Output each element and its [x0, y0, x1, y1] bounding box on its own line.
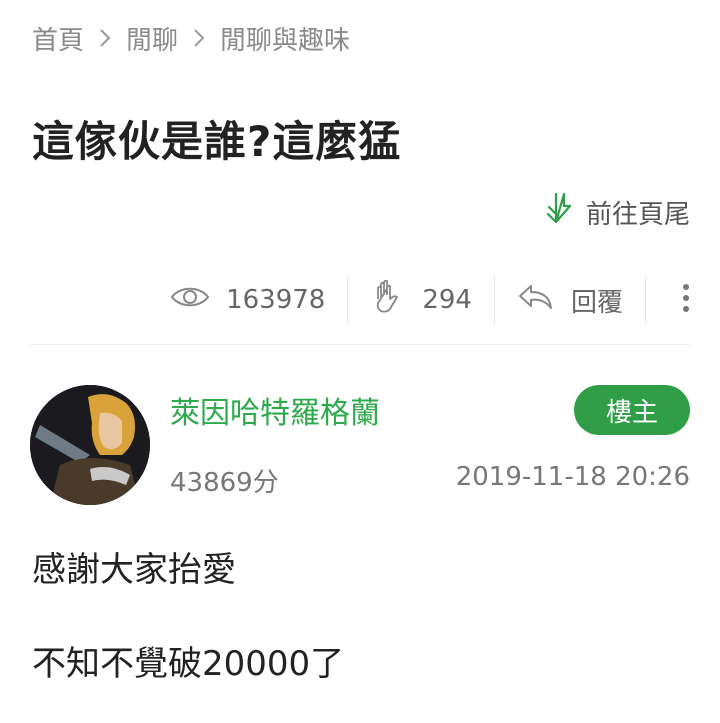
goto-end-label: 前往頁尾	[585, 200, 690, 230]
author-name[interactable]: 萊因哈特羅格蘭	[170, 388, 380, 432]
page-title: 這傢伙是誰?這麼猛	[32, 117, 402, 166]
like-button[interactable]: 294	[348, 272, 494, 328]
author-score: 43869分	[170, 468, 279, 498]
post-stats-bar: 163978 294 回覆	[30, 272, 690, 328]
post-content: 感謝大家抬愛 不知不覺破20000了	[32, 548, 344, 686]
divider	[30, 344, 690, 345]
goto-end-button[interactable]: 前往頁尾	[544, 192, 690, 233]
more-options-button[interactable]	[646, 272, 690, 328]
reply-button[interactable]: 回覆	[495, 272, 645, 328]
avatar[interactable]	[30, 385, 150, 505]
chevron-right-icon	[192, 27, 206, 49]
like-count-value: 294	[422, 285, 472, 315]
chevron-right-icon	[98, 27, 112, 49]
more-vertical-icon	[682, 283, 690, 317]
op-badge: 樓主	[574, 385, 690, 435]
reply-icon	[517, 282, 571, 319]
breadcrumb: 首頁 閒聊 閒聊與趣味	[32, 18, 350, 58]
post-paragraph: 感謝大家抬愛	[32, 550, 236, 590]
reply-label: 回覆	[570, 287, 623, 318]
breadcrumb-chat[interactable]: 閒聊	[126, 20, 178, 57]
view-count-value: 163978	[226, 285, 326, 315]
post-paragraph: 不知不覺破20000了	[32, 644, 345, 684]
view-count: 163978	[148, 272, 347, 328]
breadcrumb-chat-fun[interactable]: 閒聊與趣味	[220, 20, 350, 57]
arrow-down-icon	[544, 192, 586, 233]
eye-icon	[170, 284, 226, 317]
post-date: 2019-11-18 20:26	[455, 462, 690, 492]
clap-icon	[370, 279, 422, 322]
breadcrumb-home[interactable]: 首頁	[32, 20, 84, 57]
